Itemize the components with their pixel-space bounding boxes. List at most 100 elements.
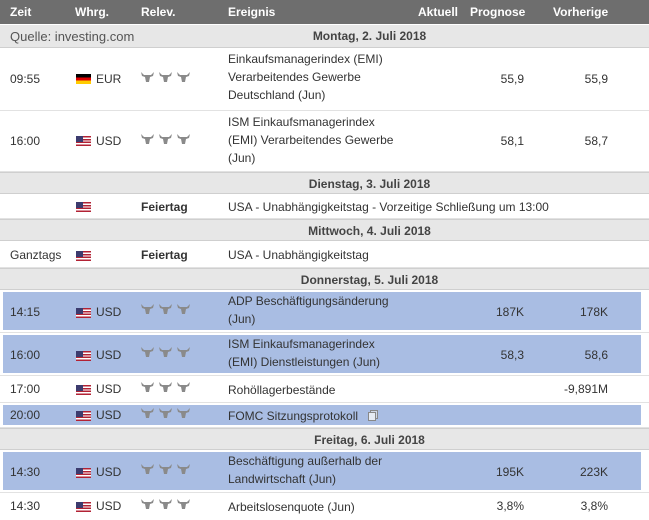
economic-calendar: Zeit Whrg. Relev. Ereignis Aktuell Progn… (0, 0, 649, 520)
row-event[interactable]: USA - Unabhängigkeitstag (228, 248, 369, 262)
row-vorherige: 55,9 (584, 72, 608, 86)
row-prognose: 195K (495, 465, 524, 479)
row-time: 16:00 (10, 348, 41, 362)
bull-icon (159, 304, 173, 315)
event-line: Deutschland (Jun) (228, 88, 326, 102)
bull-icon (141, 72, 155, 83)
row-vorherige: 58,6 (584, 348, 608, 362)
row-event[interactable]: ADP Beschäftigungsänderung (Jun) (228, 292, 428, 328)
us-flag-icon (76, 136, 91, 146)
col-whrg: Whrg. (75, 5, 109, 19)
row-time: 16:00 (10, 134, 41, 148)
bull-icon (141, 134, 155, 145)
us-flag-icon (76, 385, 91, 395)
table-header: Zeit Whrg. Relev. Ereignis Aktuell Progn… (0, 0, 649, 24)
row-time: 20:00 (10, 408, 41, 422)
row-prognose: 58,1 (500, 134, 524, 148)
table-row[interactable]: 20:00 USD FOMC Sitzungsprotokoll (0, 403, 649, 428)
table-row[interactable]: 14:30 USD Arbeitslosenquote (Jun) 3,8% 3… (0, 493, 649, 520)
row-prognose: 58,3 (500, 348, 524, 362)
day-label: Freitag, 6. Juli 2018 (314, 433, 425, 447)
row-currency: USD (96, 408, 122, 422)
us-flag-icon (76, 351, 91, 361)
row-prognose: 187K (495, 305, 524, 319)
row-event[interactable]: Einkaufsmanagerindex (EMI) Verarbeitende… (228, 50, 428, 104)
col-ereignis: Ereignis (228, 5, 276, 19)
bull-icon (177, 347, 191, 358)
row-event[interactable]: ISM Einkaufsmanagerindex (EMI) Verarbeit… (228, 113, 428, 167)
table-row[interactable]: Ganztags Feiertag USA - Unabhängigkeitst… (0, 241, 649, 268)
row-currency: USD (96, 305, 122, 319)
row-prognose: 3,8% (496, 499, 524, 513)
bull-icon (141, 382, 155, 393)
row-currency: USD (96, 499, 122, 513)
event-line: ISM Einkaufsmanagerindex (228, 115, 375, 129)
bull-icon (177, 72, 191, 83)
row-currency: USD (96, 382, 122, 396)
table-row[interactable]: 16:00 USD ISM Einkaufsmanagerindex (EMI)… (0, 111, 649, 172)
volatility-bulls (141, 72, 195, 84)
row-vorherige: 58,7 (584, 134, 608, 148)
bull-icon (177, 464, 191, 475)
day-label: Donnerstag, 5. Juli 2018 (300, 273, 439, 287)
volatility-bulls (141, 304, 195, 316)
bull-icon (141, 464, 155, 475)
event-line: (Jun) (228, 312, 256, 326)
row-time: 14:30 (10, 465, 41, 479)
event-line: Beschäftigung außerhalb der (228, 454, 383, 468)
holiday-label: Feiertag (141, 248, 188, 262)
row-currency: USD (96, 134, 122, 148)
bull-icon (159, 408, 173, 419)
row-vorherige: 3,8% (580, 499, 608, 513)
row-vorherige: 223K (579, 465, 608, 479)
row-event[interactable]: FOMC Sitzungsprotokoll (228, 407, 428, 425)
table-row[interactable]: 14:30 USD Beschäftigung außerhalb der La… (0, 450, 649, 493)
row-event[interactable]: Rohöllagerbestände (228, 381, 428, 399)
bull-icon (159, 382, 173, 393)
event-line: (EMI) Dienstleistungen (Jun) (228, 355, 381, 369)
document-icon[interactable] (368, 410, 378, 421)
day-header: Donnerstag, 5. Juli 2018 (0, 268, 649, 290)
event-line: Einkaufsmanagerindex (EMI) (228, 52, 383, 66)
table-row[interactable]: 14:15 USD ADP Beschäftigungsänderung (Ju… (0, 290, 649, 333)
bull-icon (177, 499, 191, 510)
table-row[interactable]: 16:00 USD ISM Einkaufsmanagerindex (EMI)… (0, 333, 649, 376)
day-header: Freitag, 6. Juli 2018 (0, 428, 649, 450)
col-prognose: Prognose (470, 5, 526, 19)
row-time: 14:30 (10, 499, 41, 513)
us-flag-icon (76, 202, 91, 212)
row-vorherige: 178K (579, 305, 608, 319)
row-event[interactable]: USA - Unabhängigkeitstag - Vorzeitige Sc… (228, 200, 549, 214)
table-row[interactable]: 17:00 USD Rohöllagerbestände -9,891M (0, 376, 649, 403)
day-header: Mittwoch, 4. Juli 2018 (0, 219, 649, 241)
col-relev: Relev. (141, 5, 176, 19)
day-label: Dienstag, 3. Juli 2018 (308, 177, 431, 191)
bull-icon (177, 134, 191, 145)
us-flag-icon (76, 468, 91, 478)
de-flag-icon (76, 74, 91, 84)
volatility-bulls (141, 408, 195, 420)
us-flag-icon (76, 251, 91, 261)
row-event[interactable]: ISM Einkaufsmanagerindex (EMI) Dienstlei… (228, 335, 428, 371)
day-label: Mittwoch, 4. Juli 2018 (308, 224, 431, 238)
volatility-bulls (141, 382, 195, 394)
volatility-bulls (141, 499, 195, 511)
event-line: (Jun) (228, 151, 256, 165)
event-line: (EMI) Verarbeitendes Gewerbe (228, 133, 394, 147)
event-line: ADP Beschäftigungsänderung (228, 294, 389, 308)
event-line: Verarbeitendes Gewerbe (228, 70, 361, 84)
row-currency: EUR (96, 72, 122, 86)
bull-icon (177, 304, 191, 315)
row-time: 09:55 (10, 72, 41, 86)
source-row: Quelle: investing.com Montag, 2. Juli 20… (0, 25, 649, 48)
event-line: Landwirtschaft (Jun) (228, 472, 337, 486)
row-currency: USD (96, 348, 122, 362)
bull-icon (141, 347, 155, 358)
table-row[interactable]: 09:55 EUR Einkaufsmanagerindex (EMI) Ver… (0, 48, 649, 111)
row-vorherige: -9,891M (563, 382, 608, 396)
table-row[interactable]: Feiertag USA - Unabhängigkeitstag - Vorz… (0, 194, 649, 219)
row-event[interactable]: Arbeitslosenquote (Jun) (228, 498, 428, 516)
event-line: ISM Einkaufsmanagerindex (228, 337, 375, 351)
row-event[interactable]: Beschäftigung außerhalb der Landwirtscha… (228, 452, 428, 488)
bull-icon (159, 134, 173, 145)
